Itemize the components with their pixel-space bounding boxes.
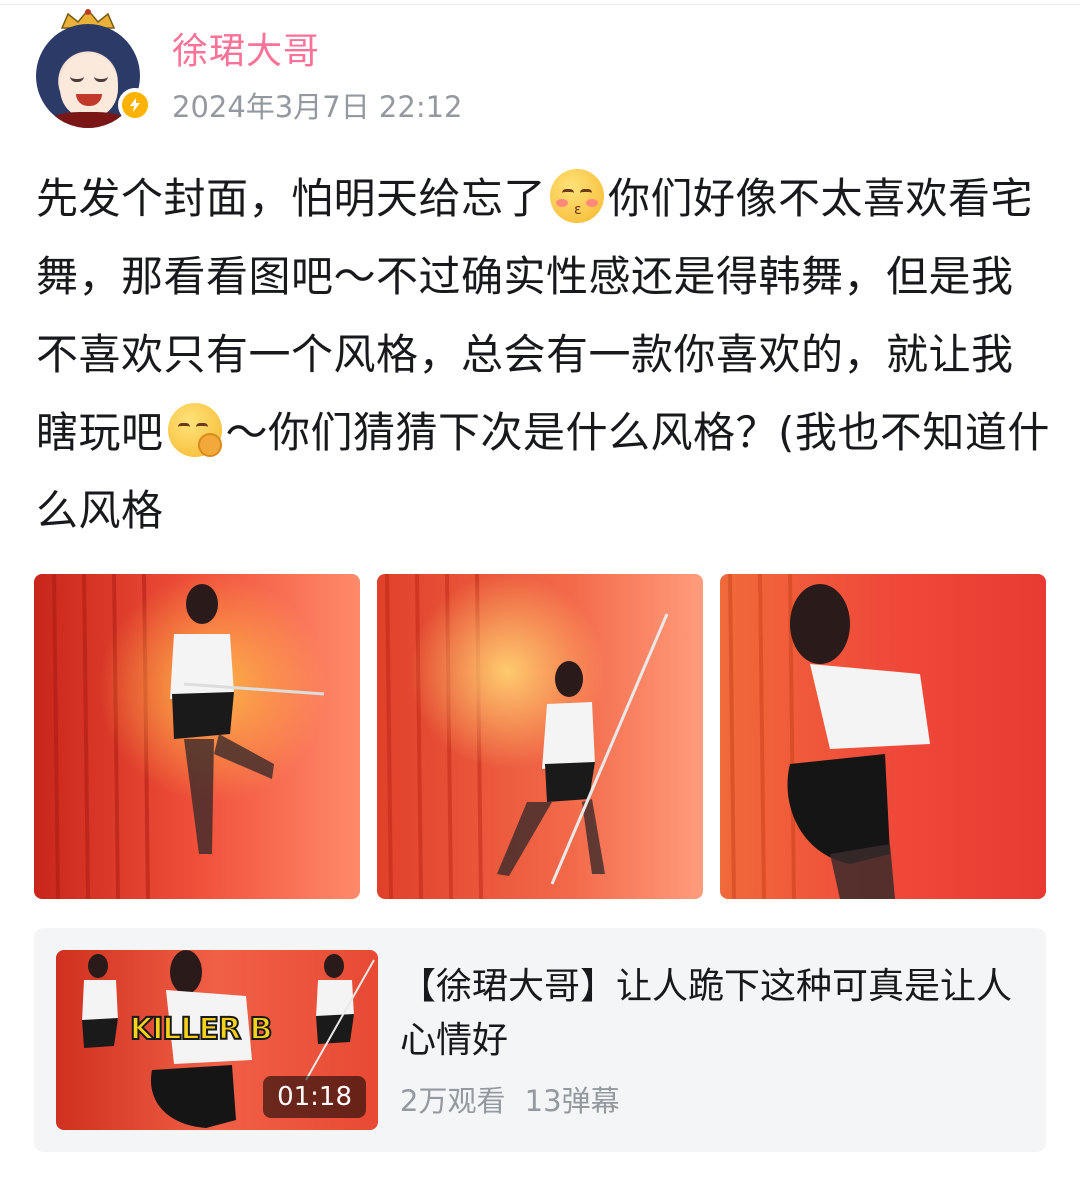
post-photo-3[interactable] — [720, 574, 1046, 899]
post-photo-2[interactable] — [377, 574, 703, 899]
lightning-badge-icon — [118, 88, 152, 122]
post-photo-1[interactable] — [34, 574, 360, 899]
video-danmaku-count: 13弹幕 — [524, 1084, 620, 1118]
post-timestamp: 2024年3月7日 22:12 — [172, 90, 463, 124]
video-duration: 01:18 — [263, 1076, 366, 1118]
photo-grid — [34, 574, 1046, 899]
video-views: 2万观看 — [400, 1084, 506, 1118]
ok-hand-emoji-icon — [167, 403, 222, 457]
video-card[interactable]: KILLER B 01:18 【徐珺大哥】让人跪下这种可真是让人心情好 2万观看… — [34, 928, 1046, 1152]
post-text-part-1: 先发个封面，怕明天给忘了 — [36, 174, 547, 223]
top-divider — [0, 4, 1080, 5]
thumbnail-caption: KILLER B — [129, 1011, 274, 1048]
post-text: 先发个封面，怕明天给忘了 ε 你们好像不太喜欢看宅舞，那看看图吧～不过确实性感还是得… — [36, 160, 1052, 550]
video-title[interactable]: 【徐珺大哥】让人跪下这种可真是让人心情好 — [400, 960, 1020, 1068]
video-thumbnail[interactable]: KILLER B 01:18 — [56, 950, 378, 1130]
author-avatar[interactable] — [22, 8, 154, 130]
video-stats: 2万观看 13弹幕 — [400, 1078, 620, 1120]
kiss-emoji-icon: ε — [550, 169, 605, 223]
author-name[interactable]: 徐珺大哥 — [172, 22, 320, 74]
